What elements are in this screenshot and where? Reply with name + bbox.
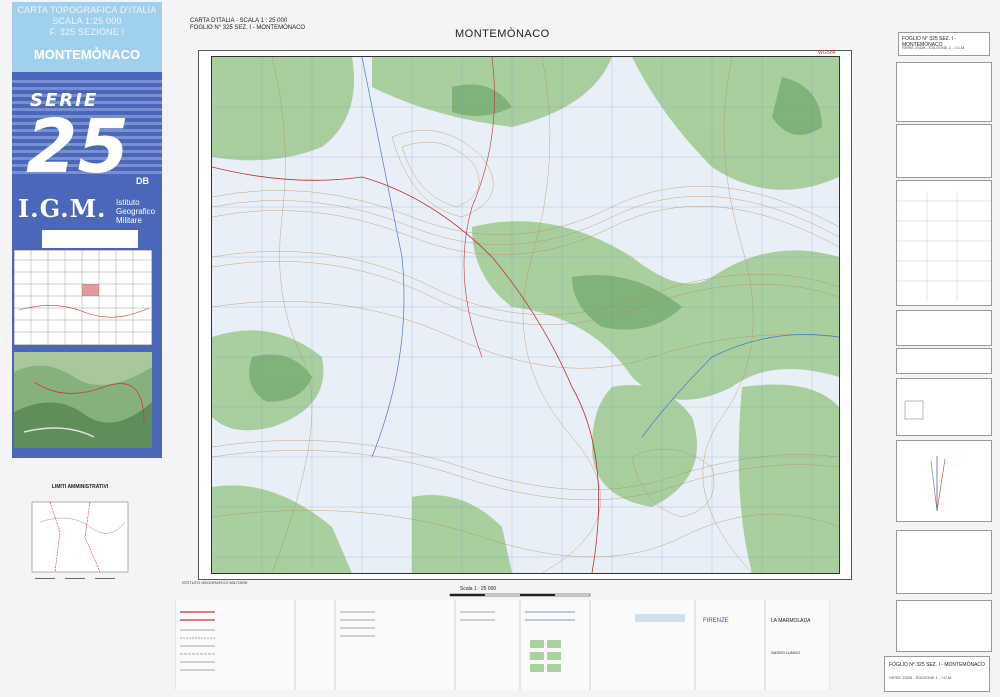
- right-info-box-8: [896, 530, 992, 594]
- cover-header: CARTA TOPOGRAFICA D'ITALIA SCALA 1:25 00…: [12, 2, 162, 72]
- sheet-index-grid: [14, 250, 152, 345]
- right-info-box-1: [896, 62, 992, 122]
- cover-sheet-number: F. 325 SEZIONE I: [49, 27, 125, 37]
- right-bottom-edition: SERIE 25DB - EDIZIONE 1 - I.G.M.: [889, 675, 953, 680]
- right-info-box-5: [896, 348, 992, 374]
- sheet-header-scale: CARTA D'ITALIA · SCALA 1 : 25 000: [190, 18, 288, 24]
- right-sheet-edition: SERIE 25DB - EDIZIONE 1 - I.G.M.: [902, 45, 966, 50]
- admin-limits-box: LIMITI AMMINISTRATIVI: [30, 484, 130, 594]
- legend-lettering-2: LA MARMOLADA: [771, 618, 811, 624]
- sheet-title: MONTEMÒNACO: [455, 28, 550, 40]
- igm-name: Istituto Geografico Militare: [116, 198, 156, 225]
- relief-thumbnail: [14, 352, 152, 448]
- legend-lettering-1: FIRENZE: [703, 618, 729, 624]
- admin-limits-title: LIMITI AMMINISTRATIVI: [51, 484, 109, 490]
- right-info-box-9: [896, 600, 992, 652]
- right-bottom-label: FOGLIO N° 325 SEZ. I - MONTEMÒNACO SERIE…: [884, 656, 990, 692]
- serie-number: 25: [26, 104, 129, 190]
- right-info-box-6: [896, 378, 992, 436]
- cover-label-box: [42, 230, 138, 248]
- serie-logo: SERIE 25 DB: [12, 72, 162, 192]
- publisher-name: ISTITUTO GEOGRAFICO MILITARE: [182, 580, 248, 585]
- topographic-map[interactable]: [211, 56, 840, 574]
- serie-suffix: DB: [136, 176, 149, 186]
- scale-label: Scala 1 : 25 000: [460, 586, 497, 592]
- right-info-box-4: [896, 310, 992, 346]
- cover-series-title: CARTA TOPOGRAFICA D'ITALIA: [17, 5, 157, 15]
- right-bottom-sheet-number: FOGLIO N° 325 SEZ. I - MONTEMÒNACO: [889, 662, 985, 668]
- publisher-notes: ISTITUTO GEOGRAFICO MILITARE: [182, 580, 432, 585]
- igm-letters: I.G.M.: [18, 194, 107, 223]
- legend-panel: FIRENZE LA MARMOLADA SASSO LUNGO: [174, 600, 831, 690]
- cover-title: MONTEMÒNACO: [33, 47, 141, 62]
- sheet-header-number: FOGLIO N° 325 SEZ. I - MONTEMÒNACO: [190, 25, 306, 31]
- sheet-header-left: CARTA D'ITALIA · SCALA 1 : 25 000 FOGLIO…: [190, 18, 305, 32]
- right-sheet-label: FOGLIO N° 325 SEZ. I - MONTEMÒNACO SERIE…: [898, 32, 990, 56]
- igm-logo: I.G.M. Istituto Geografico Militare: [12, 194, 162, 226]
- right-info-box-7: [896, 440, 992, 522]
- right-info-box-2: [896, 124, 992, 178]
- cover-scale: SCALA 1:25 000: [52, 16, 122, 26]
- right-info-box-3: [896, 180, 992, 306]
- legend-lettering-3: SASSO LUNGO: [771, 650, 801, 655]
